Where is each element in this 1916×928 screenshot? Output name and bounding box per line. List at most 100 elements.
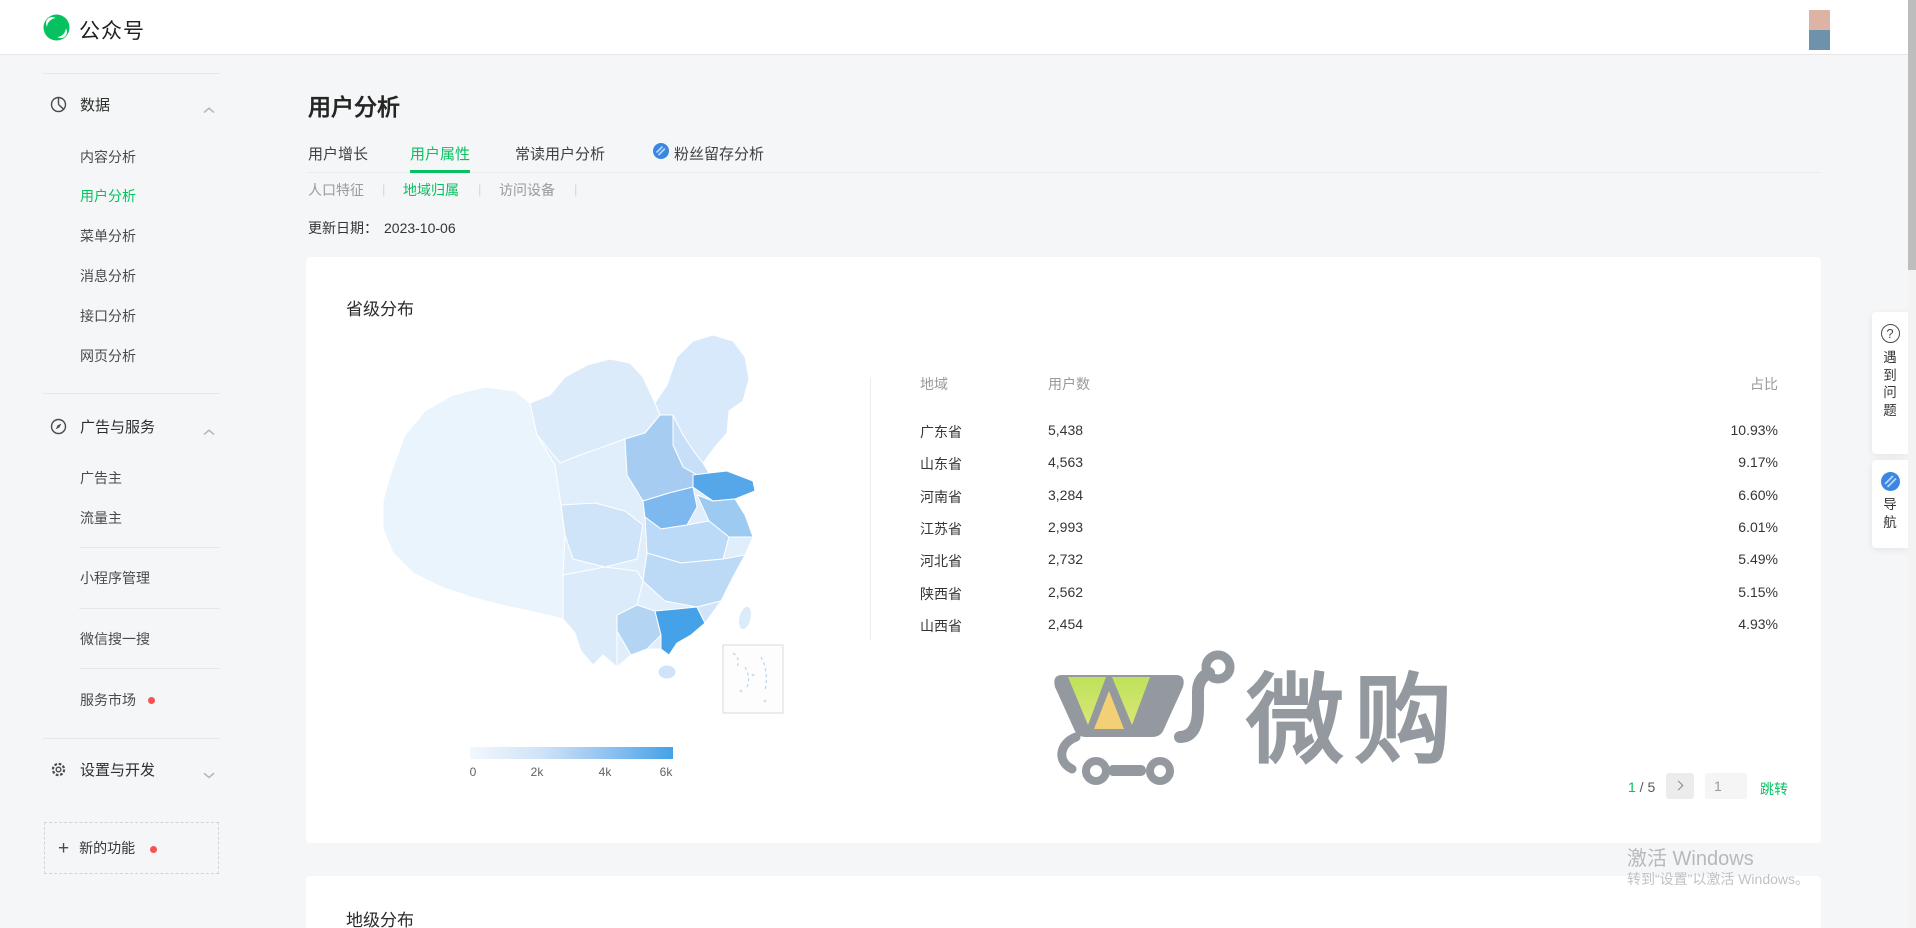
- sidebar-item-advertiser[interactable]: 广告主: [80, 468, 122, 488]
- navigation-floating-button[interactable]: 导航: [1872, 460, 1908, 548]
- subtab-demographics[interactable]: 人口特征: [308, 181, 364, 199]
- sidebar-item-wechat-search[interactable]: 微信搜一搜: [80, 629, 150, 649]
- divider: [43, 73, 220, 74]
- legend-tick: 2k: [522, 765, 552, 779]
- sidebar-section-data[interactable]: 数据: [43, 93, 110, 115]
- notification-dot: [150, 846, 157, 853]
- pagination-page-input[interactable]: [1705, 773, 1747, 799]
- tab-fan-retention[interactable]: 粉丝留存分析: [674, 143, 764, 173]
- subtab-devices[interactable]: 访问设备: [499, 181, 555, 199]
- pagination-count: 1 / 5: [1628, 779, 1655, 795]
- legend-tick: 4k: [590, 765, 620, 779]
- cell-region: 江苏省: [920, 519, 962, 539]
- sidebar-section-label: 数据: [80, 94, 110, 115]
- scrollbar-track[interactable]: [1908, 0, 1916, 928]
- navigation-icon: [1881, 472, 1900, 491]
- avatar-bottom: [1809, 30, 1830, 50]
- plus-icon: +: [58, 839, 69, 858]
- sidebar-item-webpage-analysis[interactable]: 网页分析: [80, 346, 136, 366]
- map-legend-gradient: [470, 747, 673, 759]
- tab-regular-readers[interactable]: 常读用户分析: [515, 143, 605, 173]
- legend-tick: 0: [458, 765, 488, 779]
- help-floating-button[interactable]: ? 遇到问题: [1872, 312, 1908, 454]
- sidebar-item-service-market[interactable]: 服务市场: [80, 690, 136, 710]
- navigation-label: 导航: [1883, 496, 1898, 531]
- question-mark-icon: ?: [1881, 324, 1900, 343]
- sidebar-item-api-analysis[interactable]: 接口分析: [80, 306, 136, 326]
- cell-users: 2,993: [1048, 519, 1083, 535]
- divider: [79, 608, 220, 609]
- card-title: 地级分布: [346, 906, 414, 928]
- sidebar-item-message-analysis[interactable]: 消息分析: [80, 266, 136, 286]
- chevron-down-icon: [203, 766, 215, 784]
- pagination-separator: /: [1636, 779, 1648, 795]
- tab-label: 粉丝留存分析: [674, 146, 764, 163]
- scrollbar-thumb[interactable]: [1908, 0, 1916, 270]
- compass-icon: [50, 418, 67, 435]
- cell-users: 4,563: [1048, 454, 1083, 470]
- table-row: 山东省 4,563 9.17%: [306, 454, 1821, 472]
- divider: [43, 738, 220, 739]
- cell-pct: 6.01%: [1738, 519, 1778, 535]
- sidebar-item-user-analysis[interactable]: 用户分析: [80, 186, 136, 206]
- chevron-up-icon: [203, 101, 215, 119]
- pie-chart-icon: [50, 96, 67, 113]
- sidebar-section-label: 广告与服务: [80, 416, 155, 437]
- pagination-next-button[interactable]: [1666, 773, 1694, 799]
- tab-user-attributes[interactable]: 用户属性: [410, 143, 470, 173]
- divider: [79, 668, 220, 669]
- tab-user-growth[interactable]: 用户增长: [308, 143, 368, 173]
- gear-icon: [50, 761, 67, 778]
- chevron-up-icon: [203, 423, 215, 441]
- top-bar: 公众号: [0, 0, 1916, 55]
- notification-dot: [148, 697, 155, 704]
- cell-region: 广东省: [920, 422, 962, 442]
- table-row: 广东省 5,438 10.93%: [306, 422, 1821, 440]
- cell-region: 河南省: [920, 487, 962, 507]
- sidebar-section-ads-services[interactable]: 广告与服务: [43, 415, 155, 437]
- new-feature-label: 新的功能: [79, 838, 135, 858]
- active-tab-underline: [410, 170, 470, 173]
- cell-pct: 5.15%: [1738, 584, 1778, 600]
- update-date-value: 2023-10-06: [384, 220, 456, 236]
- cell-users: 2,454: [1048, 616, 1083, 632]
- avatar-top: [1809, 10, 1830, 30]
- table-row: 河南省 3,284 6.60%: [306, 487, 1821, 505]
- sidebar-item-miniprogram[interactable]: 小程序管理: [80, 568, 150, 588]
- sidebar-section-label: 设置与开发: [80, 759, 155, 780]
- cell-pct: 5.49%: [1738, 551, 1778, 567]
- table-row: 山西省 2,454 4.93%: [306, 616, 1821, 634]
- table-row: 陕西省 2,562 5.15%: [306, 584, 1821, 602]
- brand-name: 公众号: [79, 15, 145, 45]
- update-date-label: 更新日期：: [308, 220, 378, 236]
- avatar[interactable]: [1809, 10, 1830, 50]
- tab-label: 用户属性: [410, 146, 470, 163]
- cell-region: 陕西省: [920, 584, 962, 604]
- header-region: 地域: [920, 374, 948, 394]
- cell-users: 3,284: [1048, 487, 1083, 503]
- sidebar-item-traffic-owner[interactable]: 流量主: [80, 508, 122, 528]
- cell-pct: 6.60%: [1738, 487, 1778, 503]
- cell-users: 2,562: [1048, 584, 1083, 600]
- tab-bar: 用户增长 用户属性 常读用户分析 粉丝留存分析: [308, 140, 1821, 173]
- sidebar-item-content-analysis[interactable]: 内容分析: [80, 147, 136, 167]
- cell-region: 山东省: [920, 454, 962, 474]
- sidebar: 数据 内容分析 用户分析 菜单分析 消息分析 接口分析 网页分析 广告与服务 广…: [43, 55, 221, 928]
- pagination-current: 1: [1628, 779, 1636, 795]
- pagination-jump-link[interactable]: 跳转: [1760, 779, 1788, 799]
- divider: [43, 393, 220, 394]
- cell-region: 山西省: [920, 616, 962, 636]
- table-row: 江苏省 2,993 6.01%: [306, 519, 1821, 537]
- chevron-right-icon: [1674, 781, 1684, 791]
- sidebar-item-menu-analysis[interactable]: 菜单分析: [80, 226, 136, 246]
- sidebar-section-settings-dev[interactable]: 设置与开发: [43, 758, 155, 780]
- pagination-total: 5: [1647, 779, 1655, 795]
- header-pct: 占比: [1750, 374, 1778, 394]
- wechat-official-account-logo-icon[interactable]: [43, 14, 70, 46]
- subtab-region[interactable]: 地域归属: [403, 181, 459, 199]
- table-header: 地域 用户数 占比: [306, 374, 1821, 392]
- header-users: 用户数: [1048, 374, 1090, 394]
- cell-pct: 10.93%: [1731, 422, 1778, 438]
- new-feature-button[interactable]: + 新的功能: [44, 822, 219, 874]
- main-content: 用户分析 用户增长 用户属性 常读用户分析 粉丝留存分析 人口特征 | 地域归属…: [306, 55, 1821, 928]
